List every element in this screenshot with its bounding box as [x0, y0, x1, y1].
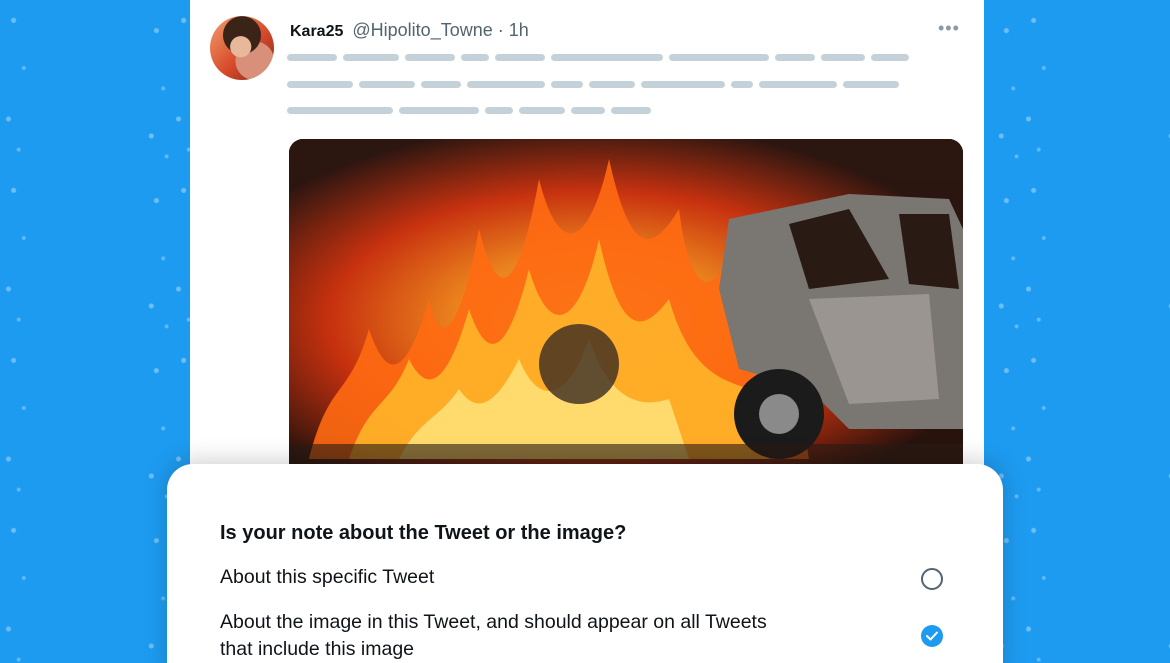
user-handle[interactable]: @Hipolito_Towne: [352, 20, 492, 40]
option-image[interactable]: About the image in this Tweet, and shoul…: [220, 609, 960, 663]
tweet-image[interactable]: [289, 139, 963, 469]
display-name[interactable]: Kara25: [290, 23, 343, 40]
checkmark-icon: [926, 631, 938, 641]
note-panel: Is your note about the Tweet or the imag…: [167, 464, 1003, 663]
radio-unchecked-icon[interactable]: [921, 568, 943, 590]
more-horizontal-icon[interactable]: •••: [938, 18, 960, 39]
avatar[interactable]: [210, 16, 274, 80]
tweet-time: · 1h: [497, 20, 529, 40]
burning-car-image: [289, 139, 963, 469]
option-specific-tweet[interactable]: About this specific Tweet: [220, 564, 960, 591]
tweet-text-placeholder: [287, 54, 927, 134]
tweet-header: Kara25 @Hipolito_Towne · 1h: [290, 20, 529, 41]
option-label: About the image in this Tweet, and shoul…: [220, 611, 767, 660]
radio-checked-icon[interactable]: [921, 625, 943, 647]
tweet-card: Kara25 @Hipolito_Towne · 1h •••: [190, 0, 984, 490]
note-question: Is your note about the Tweet or the imag…: [220, 522, 627, 544]
option-label: About this specific Tweet: [220, 566, 435, 588]
